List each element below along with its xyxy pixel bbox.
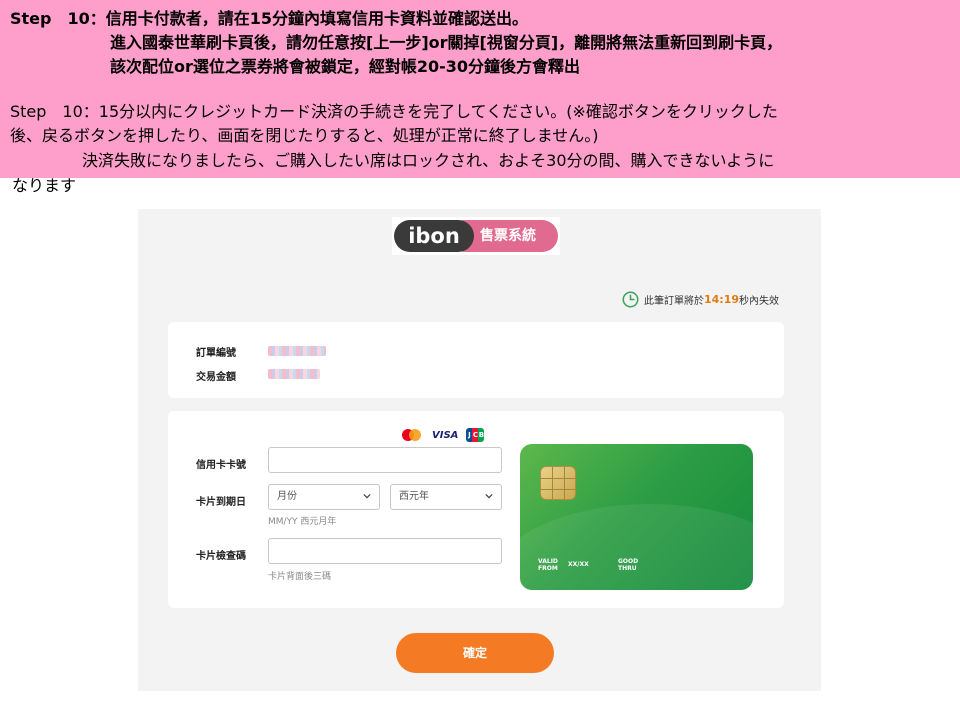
chevron-down-icon <box>363 493 371 499</box>
card-sheen <box>520 504 753 590</box>
year-selected: 西元年 <box>399 491 429 502</box>
good-thru-label: GOOD THRU <box>618 558 639 572</box>
timer-prefix: 此筆訂單將於 <box>644 295 704 307</box>
expiry-label: 卡片到期日 <box>196 497 246 508</box>
instruction-line-5: 後、戻るボタンを押したり、画面を閉じたりすると、処理が正常に終了しません。) <box>10 126 599 145</box>
valid-from-label: VALID FROM <box>538 558 558 572</box>
visa-icon: VISA <box>432 429 459 441</box>
instruction-line-1: Step 10：信用卡付款者，請在15分鐘內填寫信用卡資料並確認送出。 <box>10 9 529 28</box>
amount-label: 交易金額 <box>196 372 236 383</box>
amount-value-redacted <box>268 369 320 379</box>
instruction-line-4: Step 10：15分以内にクレジットカード決済の手続きを完了してください。(※… <box>10 102 778 121</box>
expiry-month-select[interactable]: 月份 <box>268 484 380 510</box>
credit-card-preview: VALID FROM XX/XX GOOD THRU <box>520 444 753 590</box>
timer-time: 14:19 <box>704 292 740 306</box>
order-summary-panel: 訂單編號 交易金額 <box>168 322 784 398</box>
timer-suffix: 秒內失效 <box>739 295 780 307</box>
expiry-hint: MM/YY 西元月年 <box>268 517 337 527</box>
mastercard-icon <box>400 428 424 442</box>
instruction-line-6: 決済失敗になりましたら、ご購入したい席はロックされ、およそ30分の間、購入できな… <box>82 151 775 170</box>
card-number-label: 信用卡卡號 <box>196 460 246 471</box>
expiry-year-select[interactable]: 西元年 <box>390 484 502 510</box>
card-entry-panel: VISA J C B 信用卡卡號 卡片到期日 月份 西元年 MM/YY 西元月年… <box>168 411 784 608</box>
order-timer: 此筆訂單將於 14:19 秒內失效 <box>622 289 779 309</box>
chip-icon <box>540 466 577 501</box>
clock-icon <box>622 291 639 307</box>
month-selected: 月份 <box>277 491 297 502</box>
card-brand-logos: VISA J C B <box>400 427 485 443</box>
ticket-system-label: 售票系統 <box>462 220 558 252</box>
instruction-line-7: なります <box>12 176 77 195</box>
cvv-input[interactable] <box>268 538 502 564</box>
card-date-placeholder: XX/XX <box>568 561 589 568</box>
card-number-input[interactable] <box>268 447 502 473</box>
payment-screenshot: ibon 售票系統 此筆訂單將於 14:19 秒內失效 訂單編號 交易金額 VI… <box>138 209 821 691</box>
order-number-label: 訂單編號 <box>196 348 236 359</box>
cvv-label: 卡片檢查碼 <box>196 551 246 562</box>
instruction-line-3: 該次配位or選位之票券將會被鎖定，經對帳20-30分鐘後方會釋出 <box>110 57 581 76</box>
chevron-down-icon <box>485 493 493 499</box>
instruction-line-2: 進入國泰世華刷卡頁後，請勿任意按[上一步]or關掉[視窗分頁]，離開將無法重新回… <box>110 33 783 52</box>
instruction-banner: Step 10：信用卡付款者，請在15分鐘內填寫信用卡資料並確認送出。 進入國泰… <box>0 0 960 178</box>
ibon-logo-mark: ibon <box>394 220 474 252</box>
jcb-icon: J C B <box>466 428 485 442</box>
cvv-hint: 卡片背面後三碼 <box>268 572 332 582</box>
ibon-logo: ibon 售票系統 <box>392 217 560 255</box>
confirm-button[interactable]: 確定 <box>396 633 554 673</box>
order-number-value-redacted <box>268 346 326 356</box>
